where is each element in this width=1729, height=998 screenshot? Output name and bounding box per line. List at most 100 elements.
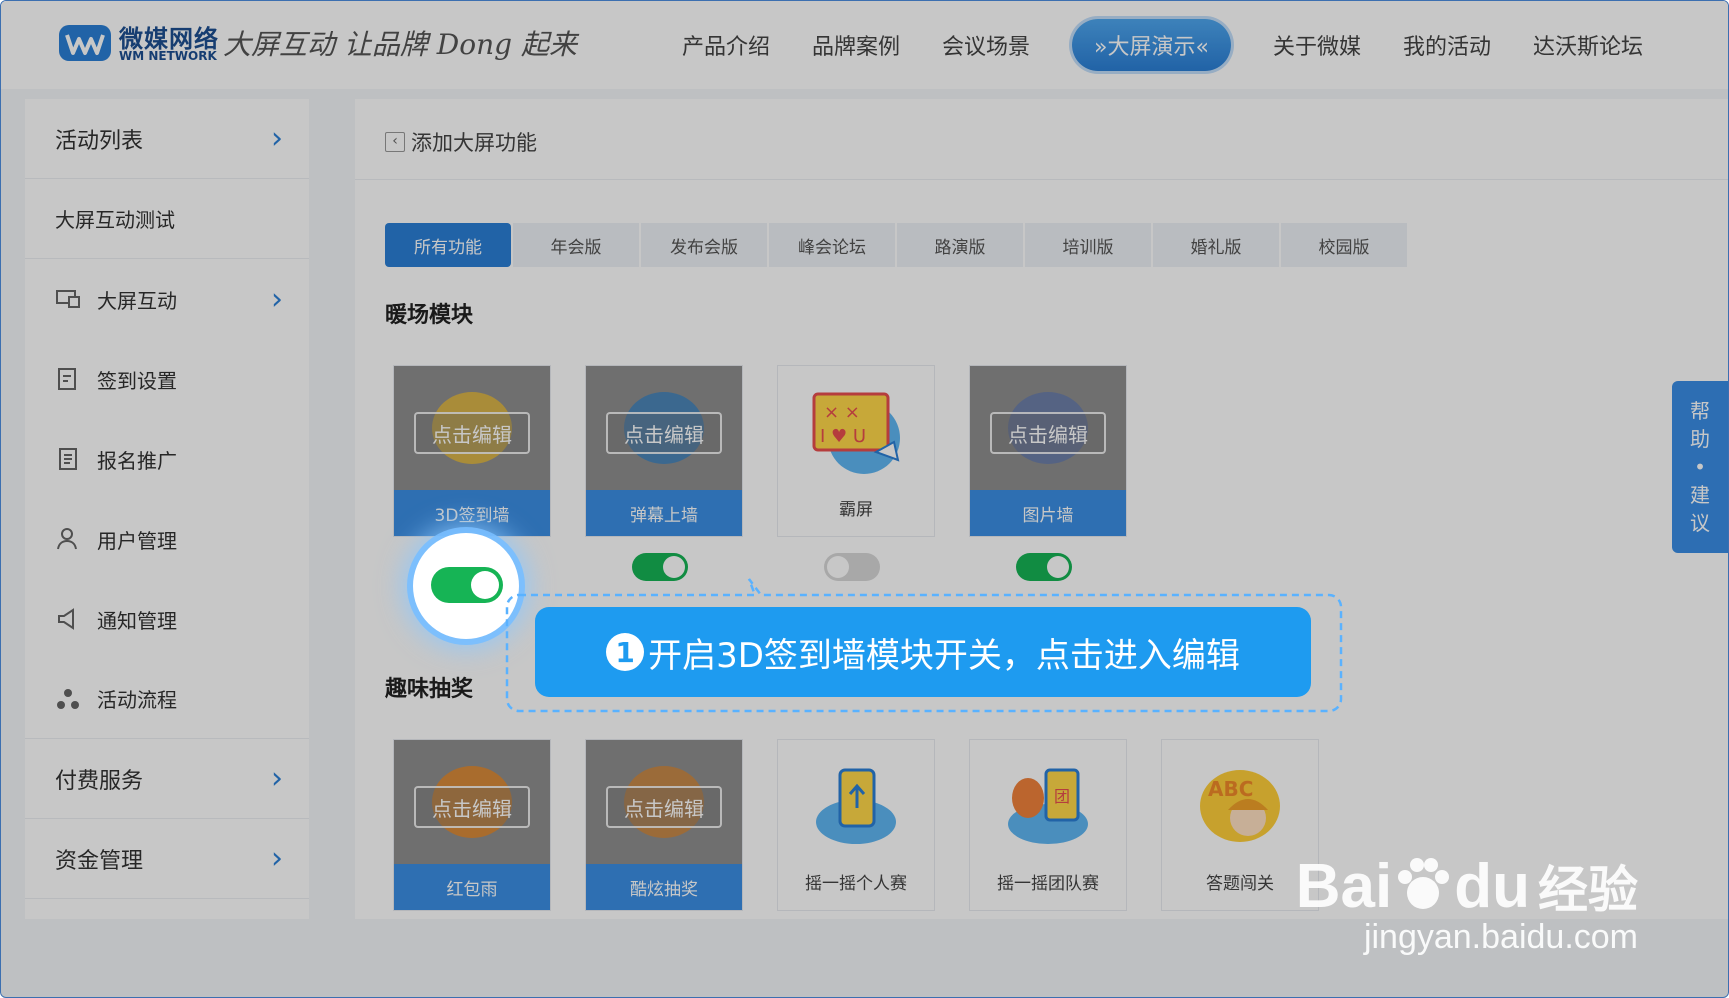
category-tabs: 所有功能 年会版 发布会版 峰会论坛 路演版 培训版 婚礼版 校园版	[385, 223, 1409, 267]
sidebar-item-notifications[interactable]: 通知管理	[25, 579, 309, 659]
sidebar-item-signup[interactable]: 报名推广	[25, 419, 309, 499]
user-icon	[57, 528, 77, 550]
module-label: 酷炫抽奖	[586, 864, 742, 910]
form-icon	[59, 448, 77, 470]
app-frame: 微媒网络 WM NETWORK 大屏互动 让品牌 Dong 起来 产品介绍 品牌…	[0, 0, 1729, 998]
watermark-cn: 经验	[1538, 862, 1638, 918]
edit-button[interactable]: 点击编辑	[414, 412, 530, 454]
edit-button[interactable]: 点击编辑	[606, 786, 722, 828]
module-label: 3D签到墙	[394, 490, 550, 536]
module-card-cool-lottery[interactable]: 点击编辑 酷炫抽奖	[585, 739, 743, 911]
highlight-spotlight	[413, 533, 519, 639]
chevron-right-icon: ›	[271, 841, 283, 876]
watermark-brand-suffix: du	[1454, 851, 1530, 921]
tab-all[interactable]: 所有功能	[385, 223, 511, 267]
logo-subtext: WM NETWORK	[119, 49, 217, 63]
help-feedback-tab[interactable]: 帮 助 • 建 议	[1672, 381, 1728, 553]
sidebar-item-flow[interactable]: 活动流程	[25, 659, 309, 739]
nav-products[interactable]: 产品介绍	[682, 29, 770, 61]
tab-annual[interactable]: 年会版	[513, 223, 639, 267]
sidebar-item-label: 付费服务	[55, 768, 144, 794]
sidebar-item-label: 活动流程	[97, 688, 177, 712]
slogan: 大屏互动 让品牌 Dong 起来	[223, 28, 577, 61]
sidebar-item-paid-services[interactable]: 付费服务 ›	[25, 739, 309, 819]
nav-cases[interactable]: 品牌案例	[812, 29, 900, 61]
flow-icon	[57, 688, 79, 709]
help-char: 帮	[1690, 399, 1710, 423]
tab-roadshow[interactable]: 路演版	[897, 223, 1023, 267]
nav-about[interactable]: 关于微媒	[1273, 29, 1361, 61]
back-arrow-icon: ‹	[385, 132, 405, 152]
module-card-photo-wall[interactable]: 点击编辑 图片墙	[969, 365, 1127, 537]
module-card-shake-solo[interactable]: 摇一摇个人赛	[777, 739, 935, 911]
module-card-takeover[interactable]: × × I ♥ U 霸屏	[777, 365, 935, 537]
module-card-danmaku[interactable]: 点击编辑 弹幕上墙	[585, 365, 743, 537]
sidebar: 活动列表 › 大屏互动测试 大屏互动 › 签到设置 报名推广 用户管理 通知管理	[25, 99, 309, 919]
tab-summit[interactable]: 峰会论坛	[769, 223, 895, 267]
step-number-badge: 1	[606, 633, 645, 671]
module-label: 答题闯关	[1206, 874, 1274, 894]
module-label: 摇一摇团队赛	[997, 874, 1099, 894]
module-card-red-packet[interactable]: 点击编辑 红包雨	[393, 739, 551, 911]
svg-text:ABC: ABC	[1208, 777, 1253, 801]
sidebar-item-screen-interaction[interactable]: 大屏互动 ›	[25, 259, 309, 339]
nav-my-activities[interactable]: 我的活动	[1403, 29, 1491, 61]
phone-shake-icon	[816, 768, 896, 844]
tab-campus[interactable]: 校园版	[1281, 223, 1407, 267]
watermark-brand: Bai	[1295, 851, 1393, 921]
page-title: 添加大屏功能	[411, 131, 537, 155]
3d-checkin-toggle[interactable]	[431, 567, 503, 603]
top-header: 微媒网络 WM NETWORK 大屏互动 让品牌 Dong 起来 产品介绍 品牌…	[1, 1, 1728, 89]
sidebar-item-label: 签到设置	[97, 368, 177, 393]
svg-text:I ♥ U: I ♥ U	[820, 426, 866, 447]
wm-logo-icon	[59, 25, 111, 61]
edit-button[interactable]: 点击编辑	[414, 786, 530, 828]
chevron-right-icon: ›	[271, 281, 283, 317]
screen-icon	[56, 290, 80, 308]
help-dot: •	[1694, 455, 1706, 479]
sidebar-item-label: 资金管理	[55, 848, 144, 874]
main-nav: 产品介绍 品牌案例 会议场景 »大屏演示« 关于微媒 我的活动 达沃斯论坛	[661, 1, 1664, 89]
section-title-lottery: 趣味抽奖	[385, 677, 474, 702]
module-label: 霸屏	[839, 500, 873, 520]
tab-training[interactable]: 培训版	[1025, 223, 1151, 267]
sidebar-item-label: 用户管理	[97, 528, 177, 553]
module-label: 摇一摇个人赛	[805, 874, 907, 894]
main-panel: ‹ 添加大屏功能 所有功能 年会版 发布会版 峰会论坛 路演版 培训版 婚礼版 …	[355, 99, 1728, 919]
svg-text:× ×: × ×	[824, 402, 860, 423]
nav-davos[interactable]: 达沃斯论坛	[1533, 29, 1643, 61]
sidebar-item-activity-list[interactable]: 活动列表 ›	[25, 99, 309, 179]
checkin-icon	[58, 368, 76, 390]
sidebar-item-test[interactable]: 大屏互动测试	[25, 179, 309, 259]
edit-button[interactable]: 点击编辑	[606, 412, 722, 454]
sidebar-item-label: 通知管理	[97, 608, 177, 633]
module-label: 弹幕上墙	[586, 490, 742, 536]
module-card-3d-checkin[interactable]: 点击编辑 3D签到墙	[393, 365, 551, 537]
module-card-shake-team[interactable]: 团 摇一摇团队赛	[969, 739, 1127, 911]
tab-wedding[interactable]: 婚礼版	[1153, 223, 1279, 267]
divider	[355, 179, 1728, 180]
tab-launch[interactable]: 发布会版	[641, 223, 767, 267]
sidebar-item-label: 大屏互动测试	[55, 208, 175, 232]
sidebar-item-checkin[interactable]: 签到设置	[25, 339, 309, 419]
nav-demo[interactable]: »大屏演示«	[1072, 19, 1231, 71]
sidebar-item-funds[interactable]: 资金管理 ›	[25, 819, 309, 899]
back-link[interactable]: ‹ 添加大屏功能	[385, 127, 537, 157]
section-title-warmup: 暖场模块	[385, 303, 474, 328]
quiz-character-icon: ABC	[1200, 770, 1280, 842]
sidebar-item-label: 大屏互动	[97, 288, 177, 313]
lantern-icon: 团	[1008, 768, 1088, 844]
svg-text:团: 团	[1054, 787, 1070, 806]
help-char: 建	[1690, 483, 1710, 507]
love-board-icon: × × I ♥ U	[812, 392, 900, 474]
nav-meetings[interactable]: 会议场景	[942, 29, 1030, 61]
baidu-watermark: Bai du 经验 jingyan.baidu.com	[1296, 850, 1638, 957]
megaphone-icon	[58, 608, 74, 630]
sidebar-item-users[interactable]: 用户管理	[25, 499, 309, 579]
module-label: 红包雨	[394, 864, 550, 910]
paw-logo-icon	[1398, 858, 1450, 909]
chevron-right-icon: ›	[271, 121, 283, 156]
edit-button[interactable]: 点击编辑	[990, 412, 1106, 454]
watermark-url: jingyan.baidu.com	[1363, 918, 1638, 956]
sidebar-item-label: 报名推广	[97, 448, 177, 473]
